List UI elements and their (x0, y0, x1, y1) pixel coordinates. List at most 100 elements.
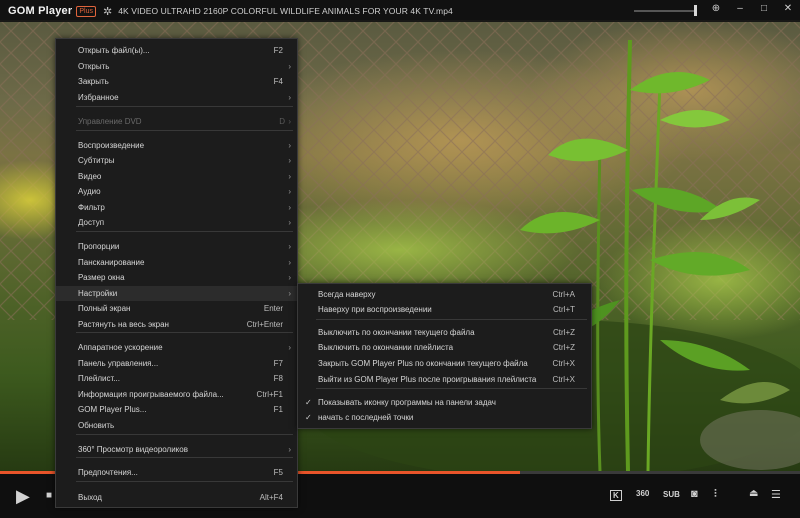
menu-item-shortcut: F5 (273, 468, 283, 477)
menu-item[interactable]: Фильтр › (56, 200, 297, 215)
play-icon[interactable]: ▶ (16, 486, 30, 507)
menu-item-shortcut: Ctrl+Enter (246, 320, 283, 329)
menu-item-label: Выход (78, 493, 102, 502)
app-logo[interactable]: GOM Player (8, 5, 72, 17)
context-menu: Открыть файл(ы)... F2 Открыть › Закрыть F4 Изб… (55, 38, 298, 508)
menu-item[interactable]: Плейлист... F8 (56, 371, 297, 386)
menu-item-label: Открыть файл(ы)... (78, 46, 150, 55)
maximize-icon[interactable]: □ (758, 3, 770, 14)
menu-item-label: 360° Просмотр видеороликов (78, 445, 188, 454)
subtitles-button[interactable]: SUB (663, 490, 680, 499)
menu-separator (316, 319, 587, 320)
menu-item[interactable]: Настройки › (56, 286, 297, 301)
menu-item-label: Субтитры (78, 156, 115, 165)
menu-item[interactable]: Закрыть F4 (56, 74, 297, 89)
menu-item-label: Предпочтения... (78, 468, 138, 477)
menu-item[interactable]: Информация проигрываемого файла... Ctrl+F… (56, 387, 297, 402)
chevron-right-icon: › (288, 218, 291, 227)
menu-separator (76, 332, 293, 333)
menu-item-label: Настройки (78, 289, 118, 298)
menu-item-label: Управление DVD (78, 117, 142, 126)
volume-slider[interactable] (634, 10, 696, 12)
chevron-right-icon: › (288, 141, 291, 150)
close-icon[interactable]: ✕ (782, 3, 794, 14)
pin-icon[interactable]: ⊕ (710, 3, 722, 14)
menu-separator (76, 434, 293, 435)
eject-icon[interactable]: ⏏ (749, 488, 758, 499)
menu-item[interactable]: Аппаратное ускорение › (56, 340, 297, 355)
menu-item[interactable]: Панель управления... F7 (56, 356, 297, 371)
submenu-item-label: Закрыть GOM Player Plus по окончании тек… (318, 359, 528, 368)
menu-item[interactable]: Видео › (56, 169, 297, 184)
chevron-right-icon: › (288, 172, 291, 181)
submenu-item-label: Выйти из GOM Player Plus после проигрыва… (318, 375, 537, 384)
chevron-right-icon: › (288, 187, 291, 196)
menu-item[interactable]: Аудио › (56, 184, 297, 199)
menu-item[interactable]: Полный экран Enter (56, 301, 297, 316)
playlist-icon[interactable]: ☰ (771, 488, 781, 501)
menu-item[interactable]: Выход Alt+F4 (56, 490, 297, 505)
submenu-item-shortcut: Ctrl+X (552, 359, 575, 368)
submenu-item-label: Наверху при воспроизведении (318, 305, 432, 314)
menu-item[interactable]: Размер окна › (56, 270, 297, 285)
menu-item-shortcut: Enter (263, 304, 283, 313)
menu-item-shortcut: F1 (273, 405, 283, 414)
menu-item-label: Плейлист... (78, 374, 120, 383)
submenu-item[interactable]: Выключить по окончании текущего файла Ctr… (298, 325, 591, 340)
chevron-right-icon: › (288, 289, 291, 298)
submenu-item[interactable]: Выйти из GOM Player Plus после проигрыва… (298, 372, 591, 387)
submenu-item[interactable]: Закрыть GOM Player Plus по окончании тек… (298, 356, 591, 371)
menu-item[interactable]: Предпочтения... F5 (56, 465, 297, 480)
menu-item[interactable]: Открыть файл(ы)... F2 (56, 43, 297, 58)
menu-item[interactable]: GOM Player Plus... F1 (56, 402, 297, 417)
menu-item[interactable]: Воспроизведение › (56, 138, 297, 153)
chevron-right-icon: › (288, 93, 291, 102)
submenu-item-shortcut: Ctrl+Z (553, 328, 575, 337)
submenu-item-label: Всегда наверху (318, 290, 376, 299)
submenu-item-label: начать с последней точки (318, 413, 414, 422)
menu-item[interactable]: Открыть › (56, 59, 297, 74)
menu-item-shortcut: Alt+F4 (259, 493, 283, 502)
menu-item[interactable]: Пансканирование › (56, 255, 297, 270)
submenu-item[interactable]: Всегда наверху Ctrl+A (298, 287, 591, 302)
submenu-item[interactable]: Выключить по окончании плейлиста Ctrl+Z (298, 340, 591, 355)
menu-item-shortcut: D (279, 117, 285, 126)
gear-icon[interactable]: ✲ (103, 5, 112, 18)
menu-item[interactable]: Избранное › (56, 90, 297, 105)
vr-360-button[interactable]: 360 (636, 489, 649, 498)
title-bar[interactable]: GOM Player Plus ✲ 4K VIDEO ULTRAHD 2160P… (0, 0, 800, 22)
menu-item-label: Пансканирование (78, 258, 145, 267)
camera-icon[interactable]: ◙ (691, 488, 698, 500)
menu-item[interactable]: Пропорции › (56, 239, 297, 254)
equalizer-icon[interactable]: ⫶ (714, 488, 717, 501)
stop-icon[interactable]: ■ (46, 490, 52, 501)
volume-knob[interactable] (694, 5, 697, 16)
submenu-item-shortcut: Ctrl+X (552, 375, 575, 384)
submenu-item-shortcut: Ctrl+T (553, 305, 575, 314)
plus-badge: Plus (76, 5, 96, 17)
submenu-item[interactable]: ✓ Показывать иконку программы на панели з… (298, 395, 591, 410)
menu-item-label: Обновить (78, 421, 115, 430)
menu-separator (76, 231, 293, 232)
menu-item-label: Аудио (78, 187, 101, 196)
menu-item[interactable]: 360° Просмотр видеороликов › (56, 442, 297, 457)
menu-item[interactable]: Субтитры › (56, 153, 297, 168)
submenu-item[interactable]: ✓ начать с последней точки (298, 410, 591, 425)
menu-item[interactable]: Растянуть на весь экран Ctrl+Enter (56, 317, 297, 332)
menu-item[interactable]: Доступ › (56, 215, 297, 230)
menu-item[interactable]: Управление DVD D › (56, 114, 297, 129)
k-button[interactable]: K (610, 490, 622, 501)
submenu-item[interactable]: Наверху при воспроизведении Ctrl+T (298, 302, 591, 317)
menu-item[interactable]: Обновить (56, 418, 297, 433)
menu-separator (76, 106, 293, 107)
chevron-right-icon: › (288, 445, 291, 454)
menu-item-label: Пропорции (78, 242, 120, 251)
chevron-right-icon: › (288, 273, 291, 282)
minimize-icon[interactable]: – (734, 3, 746, 14)
submenu-item-shortcut: Ctrl+Z (553, 343, 575, 352)
chevron-right-icon: › (288, 156, 291, 165)
menu-item-label: Размер окна (78, 273, 125, 282)
menu-item-shortcut: F7 (273, 359, 283, 368)
submenu-item-label: Показывать иконку программы на панели за… (318, 398, 496, 407)
submenu-item-label: Выключить по окончании плейлиста (318, 343, 454, 352)
